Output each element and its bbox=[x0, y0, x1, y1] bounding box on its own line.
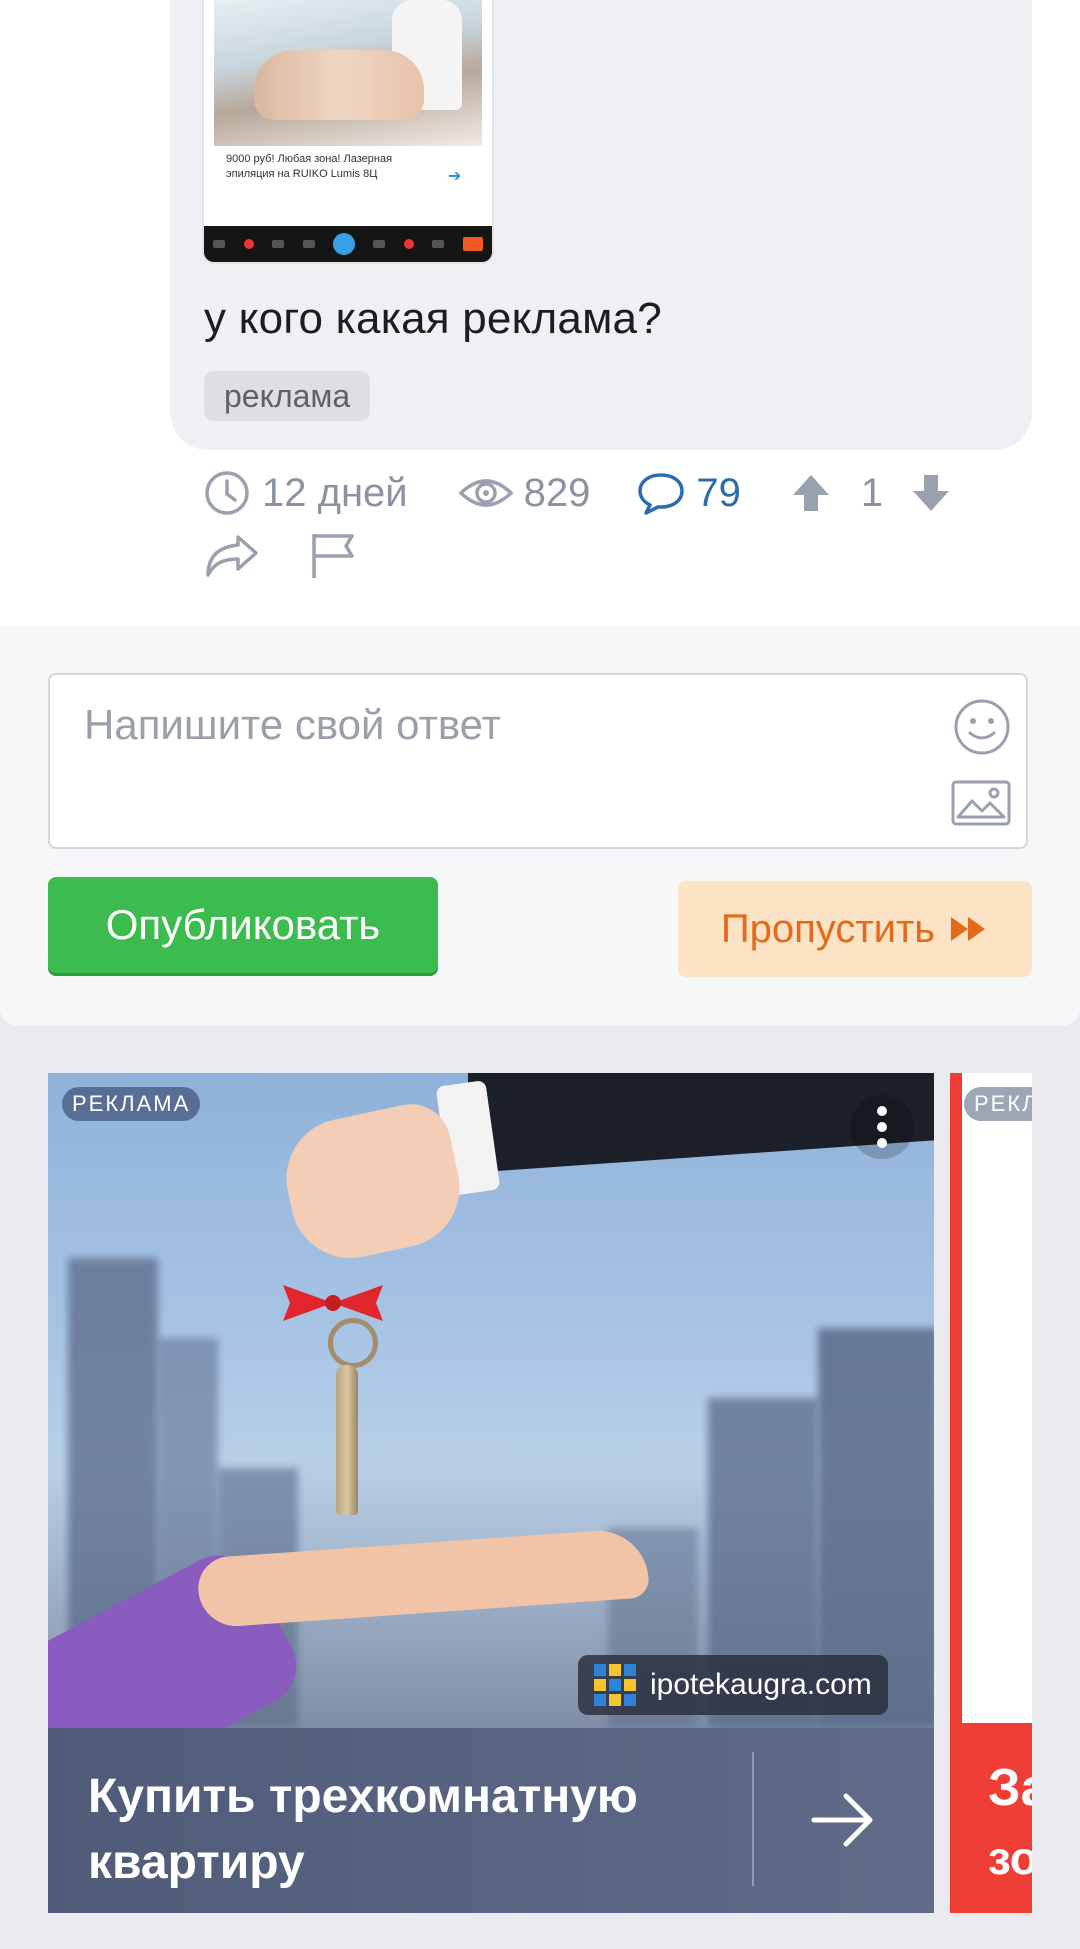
ad-next-image bbox=[962, 1073, 1032, 1723]
ad-title-line1: Купить трехкомнатную bbox=[88, 1770, 638, 1823]
reply-input[interactable]: Напишите свой ответ bbox=[48, 673, 1028, 849]
smiley-icon bbox=[954, 699, 1010, 755]
question-tag[interactable]: реклама bbox=[204, 371, 371, 421]
ad-menu-button[interactable] bbox=[850, 1095, 914, 1159]
screenshot-ad-photo bbox=[214, 0, 482, 146]
clock-icon bbox=[205, 471, 249, 515]
arrow-right-icon bbox=[811, 1793, 873, 1847]
age-value: 12 дней bbox=[262, 470, 408, 515]
image-icon bbox=[951, 780, 1011, 826]
fast-forward-icon bbox=[951, 917, 986, 941]
screenshot-figure bbox=[254, 50, 424, 120]
ad-card-next[interactable]: РЕКЛ За зо bbox=[950, 1073, 1032, 1913]
eye-icon bbox=[458, 479, 514, 507]
ad-domain: ipotekaugra.com bbox=[650, 1668, 872, 1701]
arrow-right-icon: ➔ bbox=[448, 168, 462, 185]
vote-down-button[interactable] bbox=[909, 471, 953, 515]
arrow-down-icon bbox=[913, 475, 950, 511]
ad-card[interactable]: РЕКЛАМА ipotekaugra.com Купить трехкомна… bbox=[48, 1073, 934, 1913]
flag-icon bbox=[312, 534, 354, 578]
emoji-button[interactable] bbox=[952, 697, 1012, 762]
ad-open-button[interactable] bbox=[810, 1792, 876, 1853]
question-text: у кого какая реклама? bbox=[204, 294, 662, 343]
age-stat: 12 дней bbox=[204, 470, 408, 516]
skip-button[interactable]: Пропустить bbox=[678, 881, 1032, 977]
report-button[interactable] bbox=[308, 530, 358, 585]
key-icon bbox=[336, 1365, 358, 1515]
views-value: 829 bbox=[523, 470, 591, 515]
views-stat: 829 bbox=[458, 470, 591, 516]
publish-button[interactable]: Опубликовать bbox=[48, 877, 438, 973]
share-button[interactable] bbox=[204, 531, 260, 584]
arrow-up-icon bbox=[792, 475, 829, 511]
comments-value: 79 bbox=[696, 470, 741, 515]
ribbon-icon bbox=[283, 1285, 383, 1321]
vote-count: 1 bbox=[860, 470, 884, 515]
keyring-icon bbox=[328, 1318, 378, 1368]
screenshot-toolbar bbox=[204, 226, 492, 262]
question-screenshot[interactable]: 9000 руб! Любая зона! Лазерная эпиляция … bbox=[204, 0, 492, 262]
question-actions bbox=[204, 530, 358, 585]
ad-domain-badge[interactable]: ipotekaugra.com bbox=[578, 1655, 888, 1715]
ad-title-line2: квартиру bbox=[88, 1836, 305, 1889]
ad-title: Купить трехкомнатную квартиру bbox=[88, 1764, 648, 1896]
ad-photo bbox=[48, 1073, 934, 1805]
reply-placeholder: Напишите свой ответ bbox=[84, 701, 501, 748]
skip-label: Пропустить bbox=[720, 906, 936, 951]
comment-icon bbox=[638, 473, 685, 515]
comments-link[interactable]: 79 bbox=[636, 471, 741, 516]
ad-next-title: За зо bbox=[988, 1753, 1032, 1893]
ad-label: РЕКЛАМА bbox=[62, 1087, 201, 1121]
ad-next-label: РЕКЛ bbox=[964, 1087, 1032, 1121]
ad-hand-top bbox=[275, 1096, 471, 1270]
question-stats: 12 дней 829 79 1 bbox=[204, 468, 953, 518]
more-vertical-icon bbox=[877, 1106, 887, 1116]
advertiser-logo-icon bbox=[594, 1664, 636, 1706]
ad-next-title-line1: За bbox=[988, 1759, 1032, 1817]
share-icon bbox=[206, 535, 258, 577]
vote-up-button[interactable] bbox=[789, 471, 833, 515]
screenshot-ad-caption: 9000 руб! Любая зона! Лазерная эпиляция … bbox=[226, 153, 393, 180]
ad-next-title-line2: зо bbox=[988, 1832, 1032, 1884]
ad-divider bbox=[752, 1752, 754, 1886]
ad-footer[interactable]: Купить трехкомнатную квартиру bbox=[48, 1728, 934, 1913]
attach-image-button[interactable] bbox=[950, 779, 1012, 832]
